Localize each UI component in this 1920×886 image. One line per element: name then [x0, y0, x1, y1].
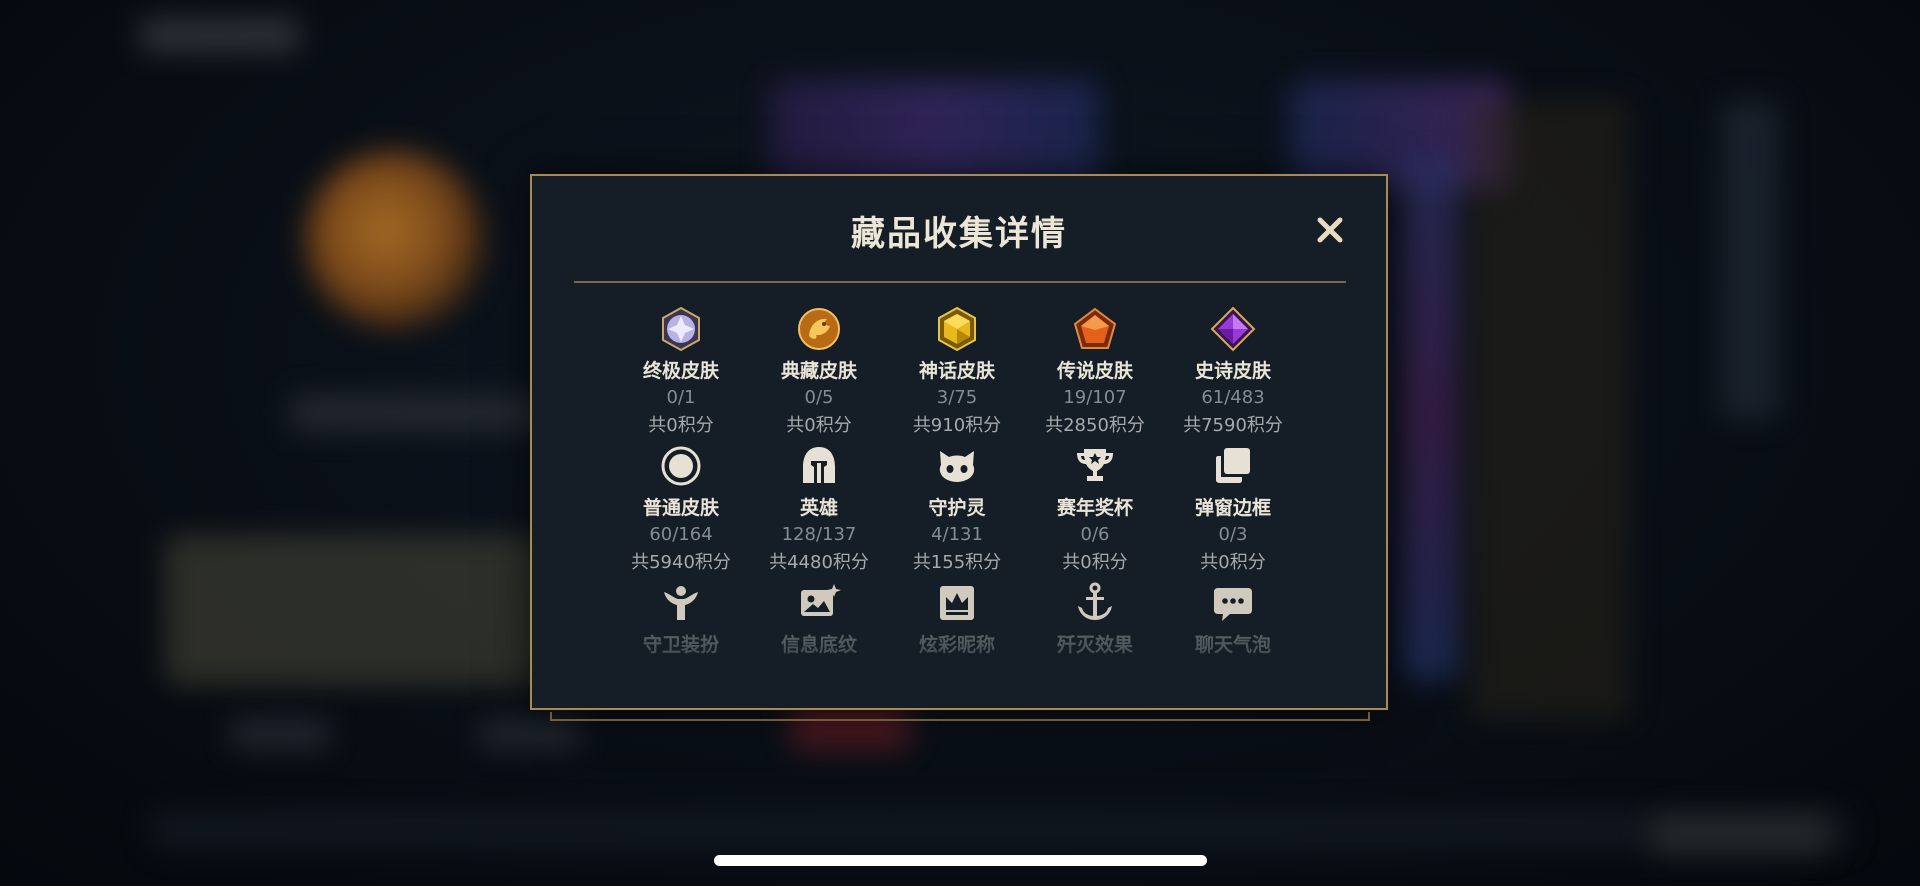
background-hero-art-blur: [1400, 160, 1460, 680]
background-card-blur: [165, 535, 545, 685]
category-banner[interactable]: 信息底纹: [750, 580, 888, 717]
category-label: 守护灵: [928, 497, 986, 519]
collection-grid: 终极皮肤 0/1 共0积分 典藏皮肤 0/5 共0积分 神话皮肤 3/75 共9…: [612, 306, 1302, 717]
legendary-skin-icon: [1073, 307, 1117, 349]
background-bottom-bar-blur: [150, 810, 1850, 850]
background-panel-blur: [1470, 100, 1630, 720]
category-points: 共7590积分: [1183, 415, 1283, 436]
category-count: 3/75: [936, 387, 978, 408]
ultimate-skin-icon: [662, 306, 700, 352]
category-count: 0/3: [1218, 524, 1248, 545]
trophy-icon: [1077, 449, 1113, 481]
category-points: 共0积分: [648, 415, 714, 436]
category-nickname[interactable]: 炫彩昵称: [888, 580, 1026, 717]
ace-effect-icon: [1078, 582, 1112, 620]
category-chat-bubble[interactable]: 聊天气泡: [1164, 580, 1302, 717]
mythic-skin-icon: [938, 306, 976, 352]
category-points: 共155积分: [912, 552, 1002, 573]
category-label: 聊天气泡: [1194, 634, 1271, 656]
category-points: 共2850积分: [1045, 415, 1145, 436]
background-chip-blur: [480, 720, 580, 748]
category-collector-skin[interactable]: 典藏皮肤 0/5 共0积分: [750, 306, 888, 443]
category-points: 共910积分: [912, 415, 1002, 436]
category-label: 终极皮肤: [642, 360, 719, 382]
category-label: 普通皮肤: [642, 497, 719, 519]
category-points: 共0积分: [786, 415, 852, 436]
background-button-blur: [1650, 815, 1830, 855]
background-chip-blur: [230, 720, 330, 748]
category-points: 共4480积分: [769, 552, 869, 573]
category-label: 英雄: [799, 497, 838, 519]
category-season-trophy[interactable]: 赛年奖杯 0/6 共0积分: [1026, 443, 1164, 580]
category-champion[interactable]: 英雄 128/137 共4480积分: [750, 443, 888, 580]
modal-title: 藏品收集详情: [851, 214, 1067, 254]
category-ward-skin[interactable]: 守卫装扮: [612, 580, 750, 717]
chat-bubble-icon: [1214, 588, 1252, 621]
category-ultimate-skin[interactable]: 终极皮肤 0/1 共0积分: [612, 306, 750, 443]
category-label: 传说皮肤: [1056, 360, 1133, 382]
category-label: 炫彩昵称: [918, 634, 995, 656]
category-label: 典藏皮肤: [780, 360, 857, 382]
category-count: 0/5: [804, 387, 834, 408]
popup-frame-icon: [1216, 448, 1250, 483]
grid-row: 终极皮肤 0/1 共0积分 典藏皮肤 0/5 共0积分 神话皮肤 3/75 共9…: [612, 306, 1302, 443]
category-label: 神话皮肤: [918, 360, 995, 382]
category-label: 史诗皮肤: [1194, 360, 1271, 382]
category-popup-frame[interactable]: 弹窗边框 0/3 共0积分: [1164, 443, 1302, 580]
background-name-blur: [290, 395, 550, 431]
category-count: 19/107: [1063, 387, 1127, 408]
category-little-legend[interactable]: 守护灵 4/131 共155积分: [888, 443, 1026, 580]
category-count: 0/6: [1080, 524, 1110, 545]
category-normal-skin[interactable]: 普通皮肤 60/164 共5940积分: [612, 443, 750, 580]
game-background: 14549520 藏品收集详情 终极皮肤 0/1 共0积: [0, 0, 1920, 886]
little-legend-icon: [939, 451, 975, 482]
category-count: 4/131: [931, 524, 983, 545]
category-epic-skin[interactable]: 史诗皮肤 61/483 共7590积分: [1164, 306, 1302, 443]
category-mythic-skin[interactable]: 神话皮肤 3/75 共910积分: [888, 306, 1026, 443]
champion-helmet-icon: [803, 447, 835, 483]
nickname-crown-icon: [940, 586, 974, 620]
grid-row: 普通皮肤 60/164 共5940积分 英雄 128/137 共4480积分 守…: [612, 443, 1302, 580]
ward-skin-icon: [664, 586, 698, 620]
close-icon: [1317, 217, 1343, 243]
normal-skin-icon: [661, 446, 701, 486]
category-points: 共5940积分: [631, 552, 731, 573]
background-avatar-blur: [305, 150, 485, 330]
category-count: 0/1: [666, 387, 696, 408]
category-legendary-skin[interactable]: 传说皮肤 19/107 共2850积分: [1026, 306, 1164, 443]
category-ace-effect[interactable]: 歼灭效果: [1026, 580, 1164, 717]
category-label: 守卫装扮: [642, 634, 719, 656]
category-label: 信息底纹: [780, 634, 857, 656]
background-icon-rail-blur: [1720, 100, 1780, 420]
category-label: 弹窗边框: [1194, 497, 1271, 519]
category-count: 61/483: [1201, 387, 1265, 408]
collector-skin-icon: [798, 308, 840, 350]
category-label: 赛年奖杯: [1056, 497, 1133, 519]
epic-skin-icon: [1210, 306, 1256, 352]
category-points: 共0积分: [1200, 552, 1266, 573]
banner-icon: [801, 584, 841, 616]
category-count: 128/137: [781, 524, 857, 545]
close-button[interactable]: [1310, 210, 1350, 250]
category-label: 歼灭效果: [1056, 634, 1133, 656]
grid-row: 守卫装扮 信息底纹 炫彩昵称 歼灭效果 聊天气泡: [612, 580, 1302, 717]
title-divider: [574, 281, 1346, 283]
category-count: 60/164: [649, 524, 713, 545]
home-indicator-bar[interactable]: [714, 855, 1207, 866]
background-title-blur: [140, 18, 300, 52]
category-points: 共0积分: [1062, 552, 1128, 573]
collection-details-modal: 藏品收集详情 终极皮肤 0/1 共0积分 典藏皮肤 0/5 共0积分 神话皮肤 …: [530, 174, 1388, 710]
